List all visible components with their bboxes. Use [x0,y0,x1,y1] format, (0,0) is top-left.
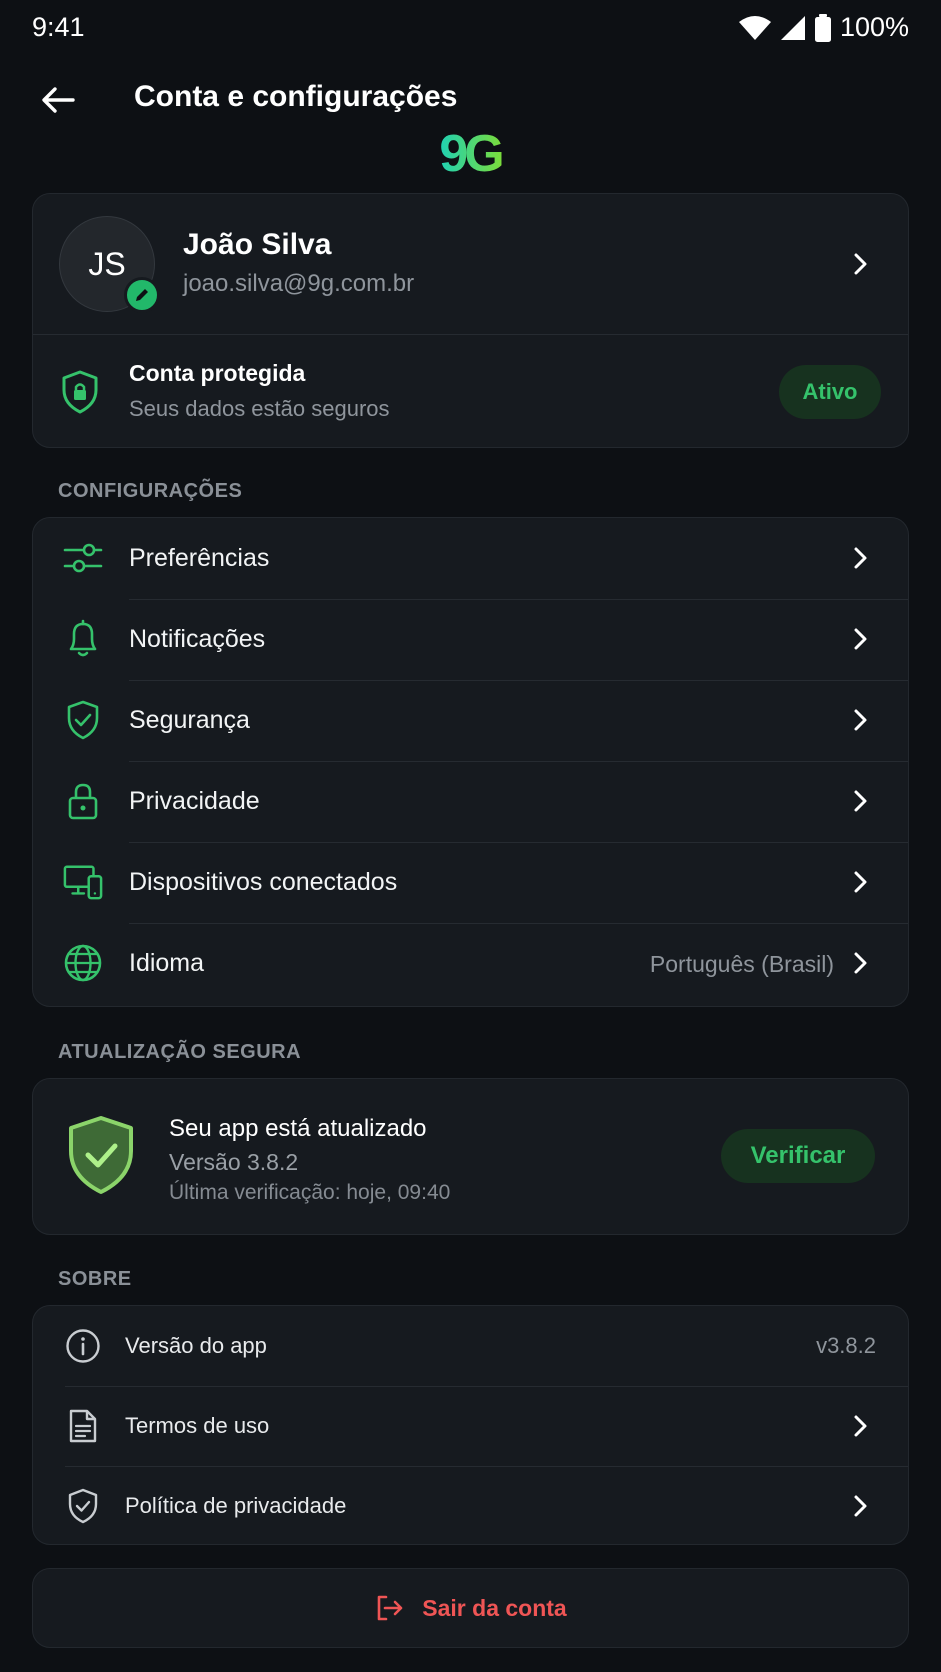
edit-avatar-button[interactable] [124,277,160,313]
chevron-right-icon [848,545,874,571]
shield-lock-icon [61,370,99,419]
profile-email: joao.silva@9g.com.br [183,270,415,297]
about-section-label: SOBRE [58,1268,132,1290]
page-title: Conta e configurações [134,80,458,113]
settings-section-label: CONFIGURAÇÕES [58,480,243,502]
update-card: Seu app está atualizado Versão 3.8.2 Últ… [32,1078,909,1235]
settings-item-devices[interactable]: Dispositivos conectados [33,842,908,923]
chevron-right-icon [848,1413,874,1439]
about-item-label: Termos de uso [125,1413,270,1438]
chevron-right-icon [848,950,874,976]
settings-item-privacy[interactable]: Privacidade [33,761,908,842]
sliders-icon [63,538,103,578]
settings-item-label: Preferências [129,544,270,572]
back-button[interactable] [36,78,80,122]
about-item-label: Política de privacidade [125,1493,347,1518]
shield-check-icon [63,700,103,740]
document-icon [63,1406,103,1446]
info-icon [63,1326,103,1366]
logout-icon [377,1595,403,1621]
status-badge: Ativo [779,365,881,419]
about-item-privacy-policy[interactable]: Política de privacidade [33,1466,908,1544]
battery-icon [814,13,831,42]
status-time: 9:41 [32,12,85,42]
settings-item-notifications[interactable]: Notificações [33,599,908,680]
wifi-icon [738,15,771,40]
arrow-left-icon [42,87,75,113]
bell-icon [63,619,103,659]
chevron-right-icon [848,869,874,895]
settings-item-security[interactable]: Segurança [33,680,908,761]
chevron-right-icon [848,707,874,733]
settings-item-label: Privacidade [129,787,260,815]
language-value: Português (Brasil) [649,951,834,977]
update-version: Versão 3.8.2 [169,1149,299,1175]
svg-text:9G: 9G [439,126,502,178]
profile-card: JS João Silva joao.silva@9g.com.br Conta… [32,193,909,448]
about-card: Versão do app v3.8.2 Termos de uso Polít… [32,1305,909,1545]
update-last-check: Última verificação: hoje, 09:40 [169,1181,451,1204]
profile-row[interactable]: JS João Silva joao.silva@9g.com.br [33,194,908,334]
settings-item-preferences[interactable]: Preferências [33,518,908,599]
about-item-label: Versão do app [125,1333,267,1358]
chevron-right-icon [848,251,874,277]
logout-button[interactable]: Sair da conta [32,1568,909,1648]
update-section-label: ATUALIZAÇÃO SEGURA [58,1041,302,1063]
settings-card: Preferências Notificações Segurança Priv… [32,517,909,1007]
status-indicators: 100% [738,12,909,43]
protection-title: Conta protegida [129,360,306,386]
logout-label: Sair da conta [422,1594,567,1621]
brand-logo: 9G [439,126,506,178]
chevron-right-icon [848,626,874,652]
about-item-version: Versão do app v3.8.2 [33,1306,908,1386]
shield-check-icon [69,1116,133,1194]
settings-item-label: Dispositivos conectados [129,868,398,896]
devices-icon [63,862,103,902]
app-version-value: v3.8.2 [816,1333,876,1358]
divider [33,334,908,335]
chevron-right-icon [848,788,874,814]
pencil-icon [136,289,148,301]
verify-button[interactable]: Verificar [721,1129,875,1183]
settings-item-language[interactable]: Idioma Português (Brasil) [33,923,908,1004]
lock-icon [63,781,103,821]
globe-icon [63,943,103,983]
settings-item-label: Segurança [129,706,250,734]
protection-subtitle: Seus dados estão seguros [129,396,390,421]
shield-icon [63,1486,103,1526]
avatar-initials: JS [88,245,126,282]
signal-icon [780,15,805,40]
settings-item-label: Idioma [129,949,205,977]
update-title: Seu app está atualizado [169,1115,427,1142]
profile-name: João Silva [183,228,332,261]
chevron-right-icon [848,1493,874,1519]
battery-percent: 100% [839,12,909,42]
about-item-terms[interactable]: Termos de uso [33,1386,908,1466]
settings-item-label: Notificações [129,625,266,653]
